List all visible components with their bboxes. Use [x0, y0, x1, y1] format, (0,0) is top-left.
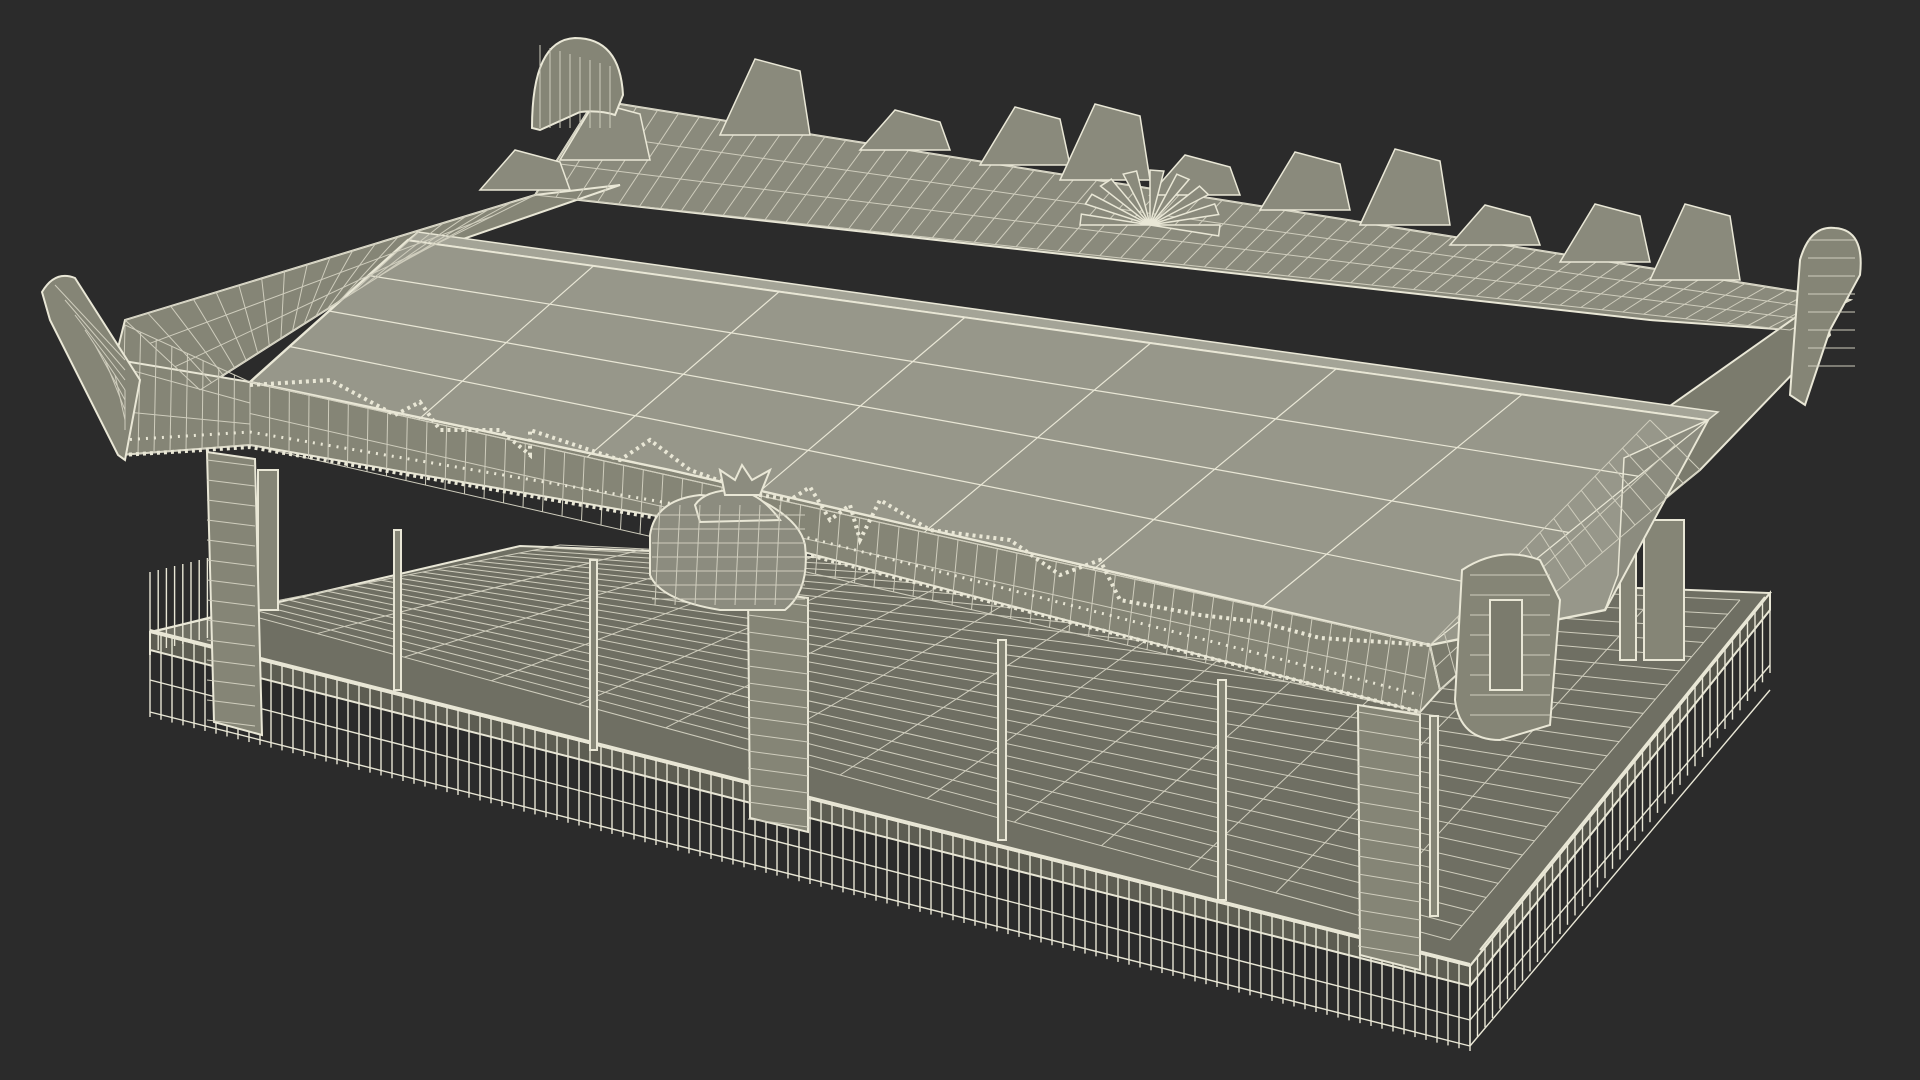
decorative-spike — [1058, 103, 1151, 181]
decorative-spike — [1258, 151, 1351, 211]
post-5 — [1429, 715, 1439, 917]
decorative-spike — [1358, 148, 1451, 226]
decorative-spike — [858, 109, 952, 151]
pillar-front-center — [746, 588, 809, 834]
render-viewport — [0, 0, 1920, 1080]
decorative-spike — [1448, 204, 1542, 246]
pillar-front-left — [205, 450, 264, 737]
decorative-spike — [978, 106, 1071, 166]
decorative-spike — [1648, 203, 1741, 281]
post-4 — [1217, 679, 1227, 901]
decorative-spike — [718, 58, 811, 136]
decorative-spike — [1558, 203, 1651, 263]
post-1 — [393, 529, 402, 691]
pillar-back-right — [1643, 519, 1685, 661]
wireframe-render — [40, 36, 1862, 1051]
fin-back-right — [1788, 226, 1862, 407]
post-2 — [589, 559, 598, 751]
pillar-front-right — [1356, 703, 1421, 972]
pillar-back-left — [257, 469, 279, 611]
fin-grille — [1489, 599, 1523, 691]
decorative-spike — [478, 149, 572, 191]
post-3 — [997, 639, 1007, 841]
fin-front-left — [40, 274, 142, 462]
